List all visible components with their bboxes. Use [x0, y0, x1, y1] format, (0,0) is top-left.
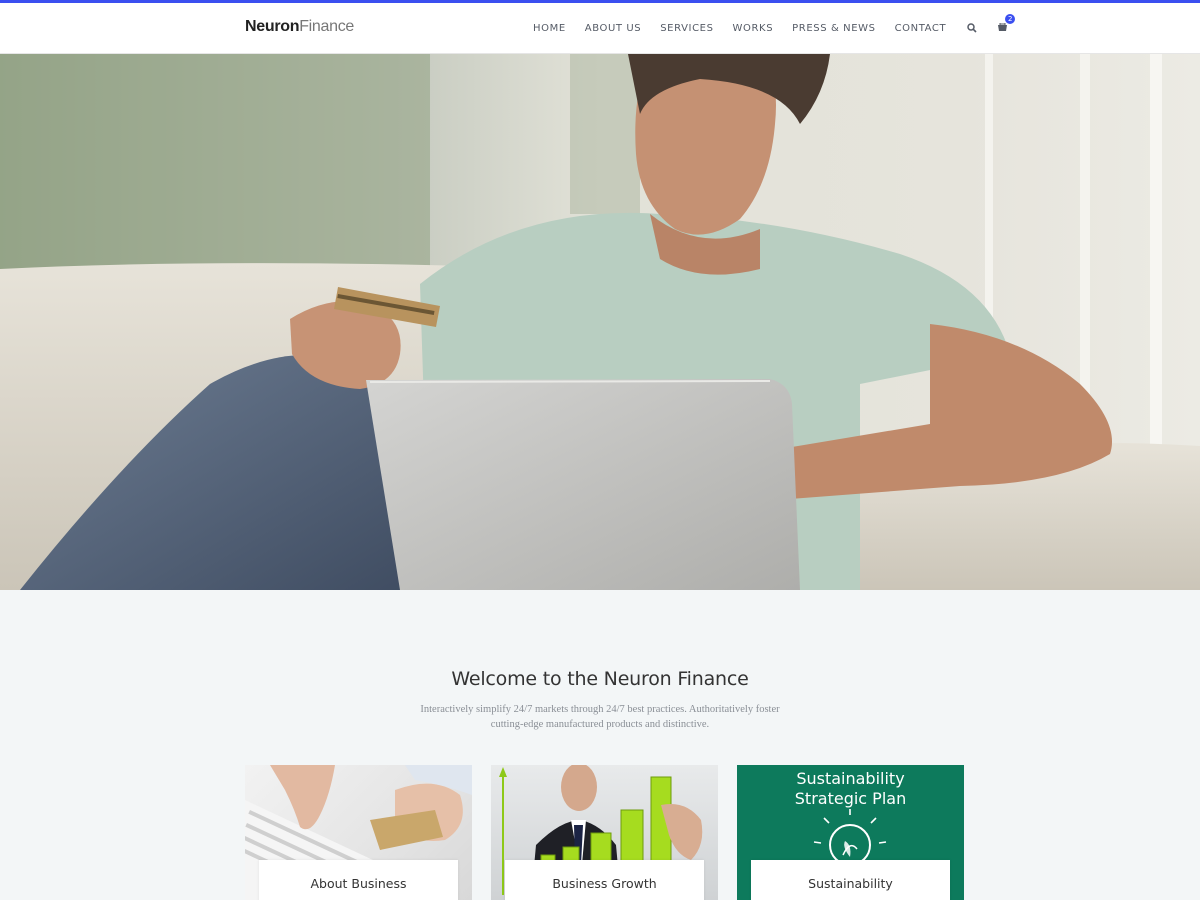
card-business-growth[interactable]: Business Growth: [491, 765, 718, 900]
card-label[interactable]: Sustainability: [751, 860, 950, 900]
site-header: NeuronFinance HOME ABOUT US SERVICES WOR…: [0, 3, 1200, 54]
nav-contact[interactable]: CONTACT: [895, 23, 947, 34]
nav-about-us[interactable]: ABOUT US: [585, 23, 641, 34]
card-label[interactable]: Business Growth: [505, 860, 704, 900]
card-about-business[interactable]: About Business: [245, 765, 472, 900]
main-nav: HOME ABOUT US SERVICES WORKS PRESS & NEW…: [533, 14, 1025, 35]
cart-count-badge: 2: [1005, 14, 1016, 24]
nav-services[interactable]: SERVICES: [660, 23, 713, 34]
nav-home[interactable]: HOME: [533, 23, 566, 34]
feature-cards: About Business Business Growth Sustainab…: [245, 765, 965, 900]
card-sustainability[interactable]: Sustainability Strategic Plan Sustainabi…: [737, 765, 964, 900]
cart-icon[interactable]: 2: [995, 14, 1016, 35]
nav-works[interactable]: WORKS: [733, 23, 774, 34]
welcome-section: Welcome to the Neuron Finance Interactiv…: [0, 668, 1200, 732]
welcome-title: Welcome to the Neuron Finance: [451, 668, 749, 690]
card-label[interactable]: About Business: [259, 860, 458, 900]
search-icon[interactable]: [965, 21, 979, 35]
welcome-text: Interactively simplify 24/7 markets thro…: [420, 704, 780, 730]
nav-press-news[interactable]: PRESS & NEWS: [792, 23, 875, 34]
logo[interactable]: NeuronFinance: [245, 18, 354, 36]
logo-bold: Neuron: [245, 18, 300, 35]
hero-image: [0, 54, 1200, 590]
logo-light: Finance: [299, 18, 355, 35]
